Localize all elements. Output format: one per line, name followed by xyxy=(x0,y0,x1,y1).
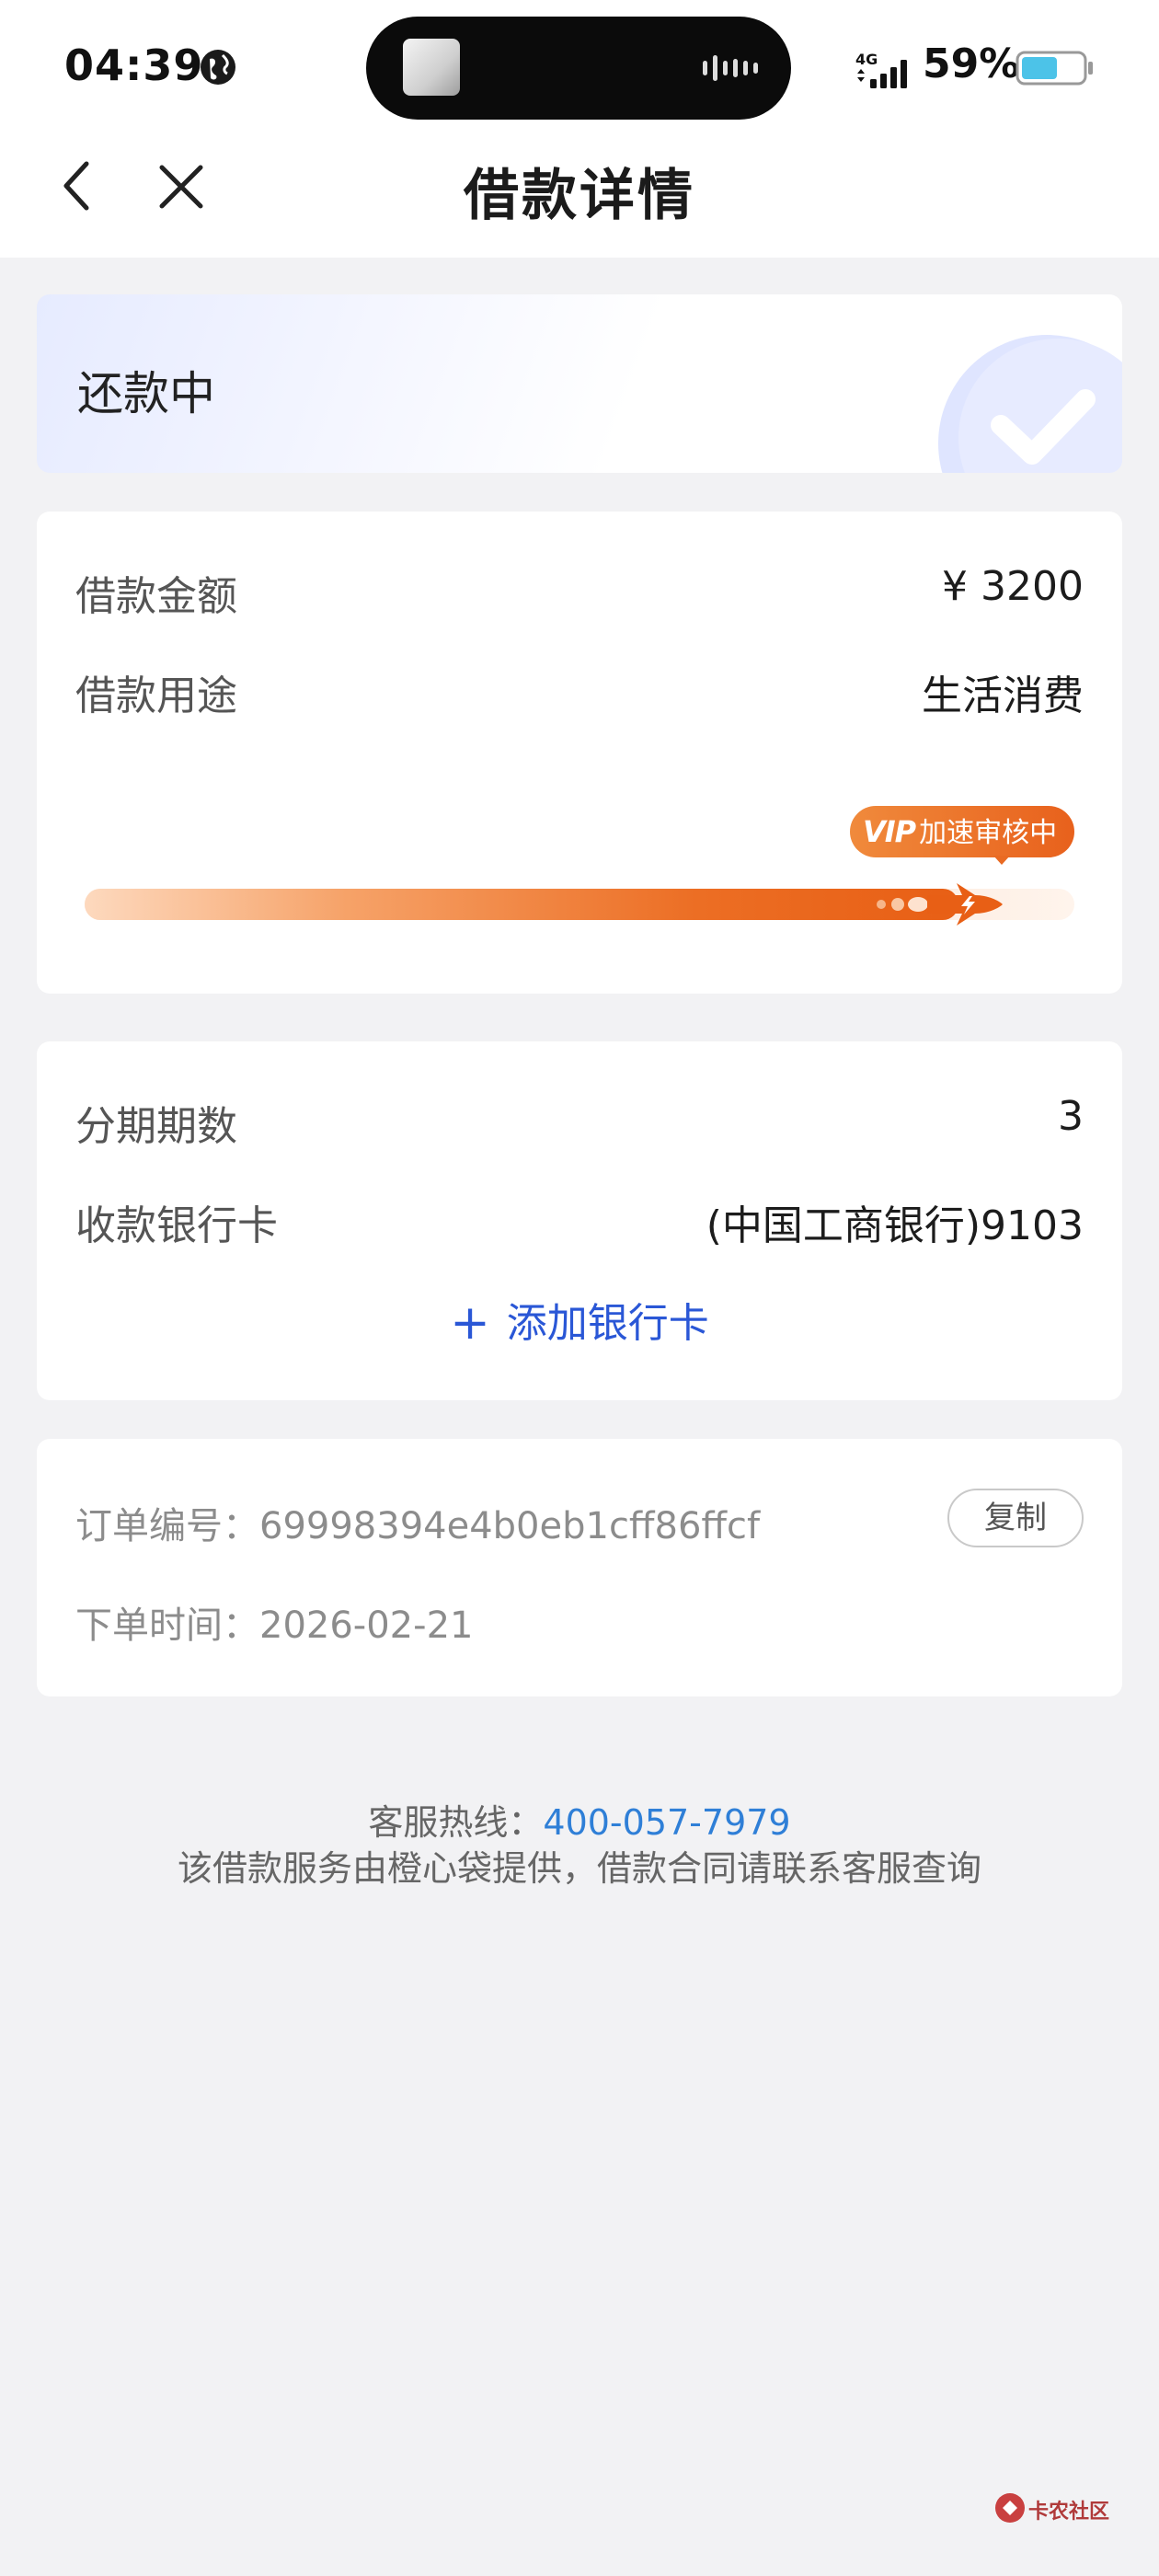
vip-badge-pointer xyxy=(993,856,1010,865)
amount-value: ¥ 3200 xyxy=(942,563,1084,610)
loan-status-text: 还款中 xyxy=(77,367,215,420)
order-number: 订单编号：69998394e4b0eb1cff86ffcf xyxy=(75,1496,760,1549)
vip-logo: VIP xyxy=(863,814,916,849)
order-number-value: 69998394e4b0eb1cff86ffcf xyxy=(259,1505,761,1547)
dynamic-island xyxy=(366,17,791,120)
purpose-value: 生活消费 xyxy=(922,673,1084,719)
copy-button[interactable]: 复制 xyxy=(947,1489,1084,1547)
hotline-label: 客服热线： xyxy=(368,1802,544,1843)
bank-card-value: (中国工商银行)9103 xyxy=(706,1202,1084,1249)
vip-badge: VIP 加速审核中 xyxy=(850,806,1074,857)
installment-card: 分期期数 3 收款银行卡 (中国工商银行)9103 + 添加银行卡 xyxy=(37,1041,1122,1400)
amount-label: 借款金额 xyxy=(75,573,237,620)
order-time-value: 2026-02-21 xyxy=(259,1604,474,1647)
battery-percent: 59% xyxy=(923,40,1020,87)
network-type: 4G xyxy=(855,52,878,68)
order-time: 下单时间：2026-02-21 xyxy=(75,1595,473,1649)
hotline: 客服热线：400-057-7979 xyxy=(0,1794,1159,1845)
audio-wave-icon xyxy=(703,55,758,81)
periods-label: 分期期数 xyxy=(75,1103,237,1150)
plus-icon: + xyxy=(450,1295,490,1351)
status-time: 04:39 xyxy=(64,40,204,90)
rocket-icon xyxy=(877,883,1003,926)
vip-badge-text: 加速审核中 xyxy=(919,817,1058,849)
purpose-label: 借款用途 xyxy=(75,673,237,719)
add-bank-card-label: 添加银行卡 xyxy=(506,1300,709,1347)
service-notice: 该借款服务由橙心袋提供，借款合同请联系客服查询 xyxy=(177,1848,981,1889)
loan-info-card: 借款金额 ¥ 3200 借款用途 生活消费 VIP 加速审核中 xyxy=(37,512,1122,994)
watermark-text: 卡农社区 xyxy=(1028,2501,1110,2524)
battery-icon xyxy=(1016,51,1093,86)
periods-value: 3 xyxy=(1058,1093,1084,1140)
order-time-label: 下单时间： xyxy=(75,1604,259,1647)
progress-fill xyxy=(85,889,958,920)
bank-card-label: 收款银行卡 xyxy=(75,1202,278,1249)
watermark-logo-icon xyxy=(995,2493,1025,2523)
order-number-label: 订单编号： xyxy=(75,1505,259,1547)
check-circle-icon xyxy=(938,335,1122,473)
globe-icon xyxy=(201,50,235,85)
loan-status-card: 还款中 xyxy=(37,294,1122,473)
page-title: 借款详情 xyxy=(464,164,695,228)
add-bank-card-button[interactable]: + 添加银行卡 xyxy=(37,1290,1122,1351)
signal-icon: 4G xyxy=(855,52,907,88)
media-thumbnail xyxy=(403,39,460,96)
hotline-number-link[interactable]: 400-057-7979 xyxy=(543,1802,790,1843)
order-card: 订单编号：69998394e4b0eb1cff86ffcf 复制 下单时间：20… xyxy=(37,1439,1122,1696)
